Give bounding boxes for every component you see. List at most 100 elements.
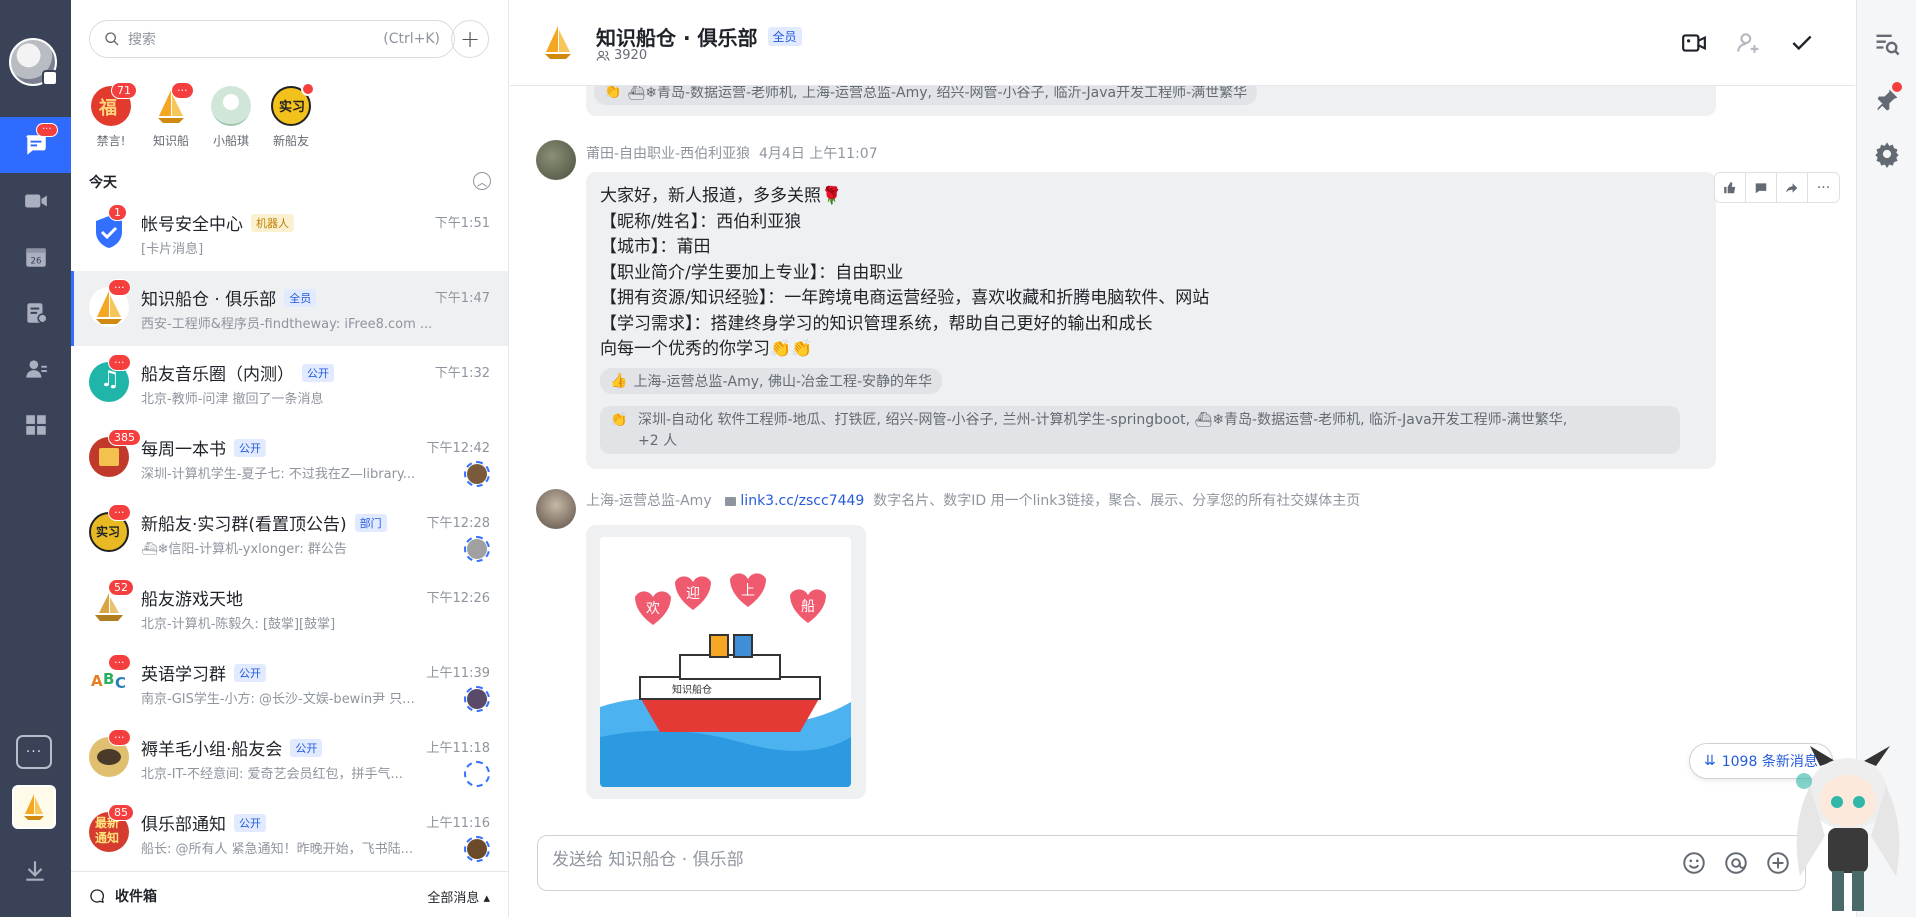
chat-item[interactable]: ABC ··· 英语学习群 公开 上午11:39 南京-GIS学生-小方: @长沙… — [71, 646, 508, 721]
message-actions: ··· — [1714, 172, 1840, 203]
chat-preview: 西安-工程师&程序员-findtheway: iFree8.com ... — [141, 317, 433, 332]
message-line: 大家好，新人报道，多多关照🌹 — [600, 186, 843, 206]
nav-messages[interactable]: ··· — [0, 117, 71, 173]
sticker-char: 上 — [741, 583, 755, 599]
message-line: 【学习需求】：搭建终身学习的知识管理系统，帮助自己更好的输出和成长 — [600, 313, 1153, 334]
sender-avatar[interactable] — [536, 140, 576, 180]
emoji-icon[interactable] — [1681, 850, 1707, 876]
sticker-char: 欢 — [646, 601, 660, 617]
chat-item[interactable]: ··· 知识船仓 · 俱乐部 全员 下午1:47 西安-工程师&程序员-findt… — [71, 271, 508, 346]
sender-name[interactable]: 莆田-自由职业-西伯利亚狼 — [586, 146, 750, 162]
sender-name[interactable]: 上海-运营总监-Amy — [586, 493, 712, 509]
filter-dropdown[interactable]: 全部消息 ▴ — [427, 887, 490, 906]
sender-mini-avatar — [464, 836, 490, 862]
chat-preview: ⛴❄信阳-计算机-yxlonger: 群公告 — [141, 542, 347, 557]
chat-name-row: 俱乐部通知 公开 — [141, 810, 266, 835]
unread-badge: ··· — [108, 279, 131, 296]
inbox-button[interactable]: 收件箱 — [89, 886, 157, 906]
message-input[interactable] — [552, 850, 1552, 870]
reaction-pill[interactable]: 👏 ⛴❄青岛-数据运营-老师机, 上海-运营总监-Amy, 绍兴-网管-小谷子, … — [594, 86, 1258, 105]
search-placeholder: 搜索 — [128, 32, 156, 48]
status-icon — [42, 70, 58, 86]
chat-tag: 公开 — [234, 438, 266, 457]
chat-time: 下午1:51 — [434, 216, 490, 231]
sticker-char: 迎 — [686, 586, 700, 602]
profile-link[interactable]: link3.cc/zscc7449 — [740, 493, 864, 509]
sender-mini-avatar — [464, 761, 490, 787]
caret-up-icon: ▴ — [483, 891, 490, 906]
search-box[interactable]: 搜索 (Ctrl+K) — [89, 20, 455, 58]
contacts-icon — [25, 360, 47, 378]
pinned-label: 禁言! — [96, 134, 126, 148]
chat-item[interactable]: 52 船友游戏天地 下午12:26 北京-计算机-陈毅久: [鼓掌][鼓掌] — [71, 571, 508, 646]
chat-item[interactable]: 385 每周一本书 公开 下午12:42 深圳-计算机学生-夏子七: 不过我在Z—… — [71, 421, 508, 496]
chat-name-row: 英语学习群 公开 — [141, 660, 266, 685]
add-member-icon[interactable] — [1735, 30, 1761, 56]
nav-workplace[interactable] — [0, 397, 71, 453]
welcome-ship-illustration: 欢 迎 上 船 知识船仓 — [600, 573, 851, 787]
chat-bubble-icon — [90, 889, 105, 903]
plus-icon: + — [459, 25, 481, 53]
sender-avatar[interactable] — [536, 489, 576, 529]
reaction-users: ⛴❄青岛-数据运营-老师机, 上海-运营总监-Amy, 绍兴-网管-小谷子, 临… — [627, 86, 1248, 101]
pinned-label: 知识船 — [152, 134, 189, 148]
mention-icon[interactable] — [1723, 850, 1749, 876]
chat-item[interactable]: 1 帐号安全中心 机器人 下午1:51 [卡片消息] — [71, 196, 508, 271]
pinned-chat[interactable]: 实习 新船友 — [269, 82, 315, 149]
collapse-up-icon[interactable]: ︿ — [473, 172, 491, 190]
chat-preview: 船长: @所有人 紧急通知！昨晚开始，飞书陆... — [141, 842, 414, 857]
chat-preview: 北京-教师-问津 撤回了一条消息 — [141, 392, 324, 407]
pinned-chat[interactable]: 福 71 禁言! — [89, 82, 137, 149]
download-icon[interactable] — [22, 858, 48, 888]
message-line: 【昵称/姓名】：西伯利亚狼 — [600, 211, 802, 232]
header-tools — [1681, 30, 1815, 56]
create-button[interactable]: + — [451, 20, 489, 58]
more-apps-button[interactable]: ··· — [16, 735, 52, 769]
message-line: 【职业简介/学生要加上专业】：自由职业 — [600, 262, 904, 283]
previous-reactions: 👏 ⛴❄青岛-数据运营-老师机, 上海-运营总监-Amy, 绍兴-网管-小谷子, … — [586, 86, 1716, 116]
message-composer — [537, 835, 1806, 891]
chat-time: 下午1:47 — [434, 291, 490, 306]
pinned-chat[interactable]: 小船琪 — [209, 86, 253, 149]
members-icon — [596, 50, 610, 61]
thumbs-up-icon: 👍 — [610, 373, 628, 389]
chat-title[interactable]: 知识船仓 · 俱乐部 — [596, 22, 758, 51]
group-avatar-sailboat-icon[interactable] — [538, 22, 578, 62]
sticker-message[interactable]: 欢 迎 上 船 知识船仓 — [586, 525, 866, 799]
chat-item[interactable]: ♫ ··· 船友音乐圈（内测） 公开 下午1:32 北京-教师-问津 撤回了一条消… — [71, 346, 508, 421]
chat-tag: 公开 — [234, 663, 266, 682]
chat-item[interactable]: 最新 通知 85 俱乐部通知 公开 上午11:16 船长: @所有人 紧急通知！昨晚… — [71, 796, 508, 871]
chat-preview: 深圳-计算机学生-夏子七: 不过我在Z—library... — [141, 467, 416, 482]
nav-video[interactable] — [0, 173, 71, 229]
chat-tag: 公开 — [290, 738, 323, 757]
thumbs-up-icon[interactable] — [1715, 173, 1746, 202]
search-history-icon[interactable] — [1873, 30, 1901, 58]
nav-contacts[interactable] — [0, 341, 71, 397]
mascot-character-image — [1796, 746, 1900, 911]
message-line: 【城市】：莆田 — [600, 237, 711, 257]
reply-icon[interactable] — [1746, 173, 1777, 202]
clap-icon: 👏 — [604, 86, 622, 100]
apps-grid-icon — [25, 415, 46, 435]
calendar-icon: 26 — [25, 248, 46, 267]
sender-mini-avatar — [464, 461, 490, 487]
check-icon[interactable] — [1789, 30, 1815, 56]
approval-icon — [26, 303, 48, 324]
nav-approval[interactable] — [0, 285, 71, 341]
message-bubble[interactable]: 大家好，新人报道，多多关照🌹 【昵称/姓名】：西伯利亚狼 【城市】：莆田 【职业… — [586, 172, 1716, 469]
pinned-chat[interactable]: ··· 知识船 — [149, 82, 194, 149]
more-icon[interactable]: ··· — [1808, 173, 1839, 202]
reaction-pill[interactable]: 👏 深圳-自动化 软件工程师-地瓜、打铁匠, 绍兴-网管-小谷子, 兰州-计算机… — [600, 406, 1680, 454]
reaction-pill[interactable]: 👍 上海-运营总监-Amy, 佛山-冶金工程-安静的年华 — [600, 368, 943, 394]
chat-name: 知识船仓 · 俱乐部 — [141, 290, 277, 310]
video-call-icon[interactable] — [1681, 30, 1707, 56]
forward-icon[interactable] — [1777, 173, 1808, 202]
settings-gear-icon[interactable] — [1873, 140, 1901, 168]
nav-calendar[interactable]: 26 — [0, 229, 71, 285]
user-avatar[interactable] — [9, 38, 58, 86]
chat-item[interactable]: 实习 ··· 新船友·实习群(看置顶公告) 部门 下午12:28 ⛴❄信阳-计算机… — [71, 496, 508, 571]
club-app-icon[interactable] — [12, 785, 56, 829]
member-count[interactable]: 3920 — [596, 48, 647, 63]
chat-name-row: 知识船仓 · 俱乐部 全员 — [141, 285, 317, 310]
chat-item[interactable]: ··· 褥羊毛小组·船友会 公开 上午11:18 北京-IT-不经意间: 爱奇艺会… — [71, 721, 508, 796]
